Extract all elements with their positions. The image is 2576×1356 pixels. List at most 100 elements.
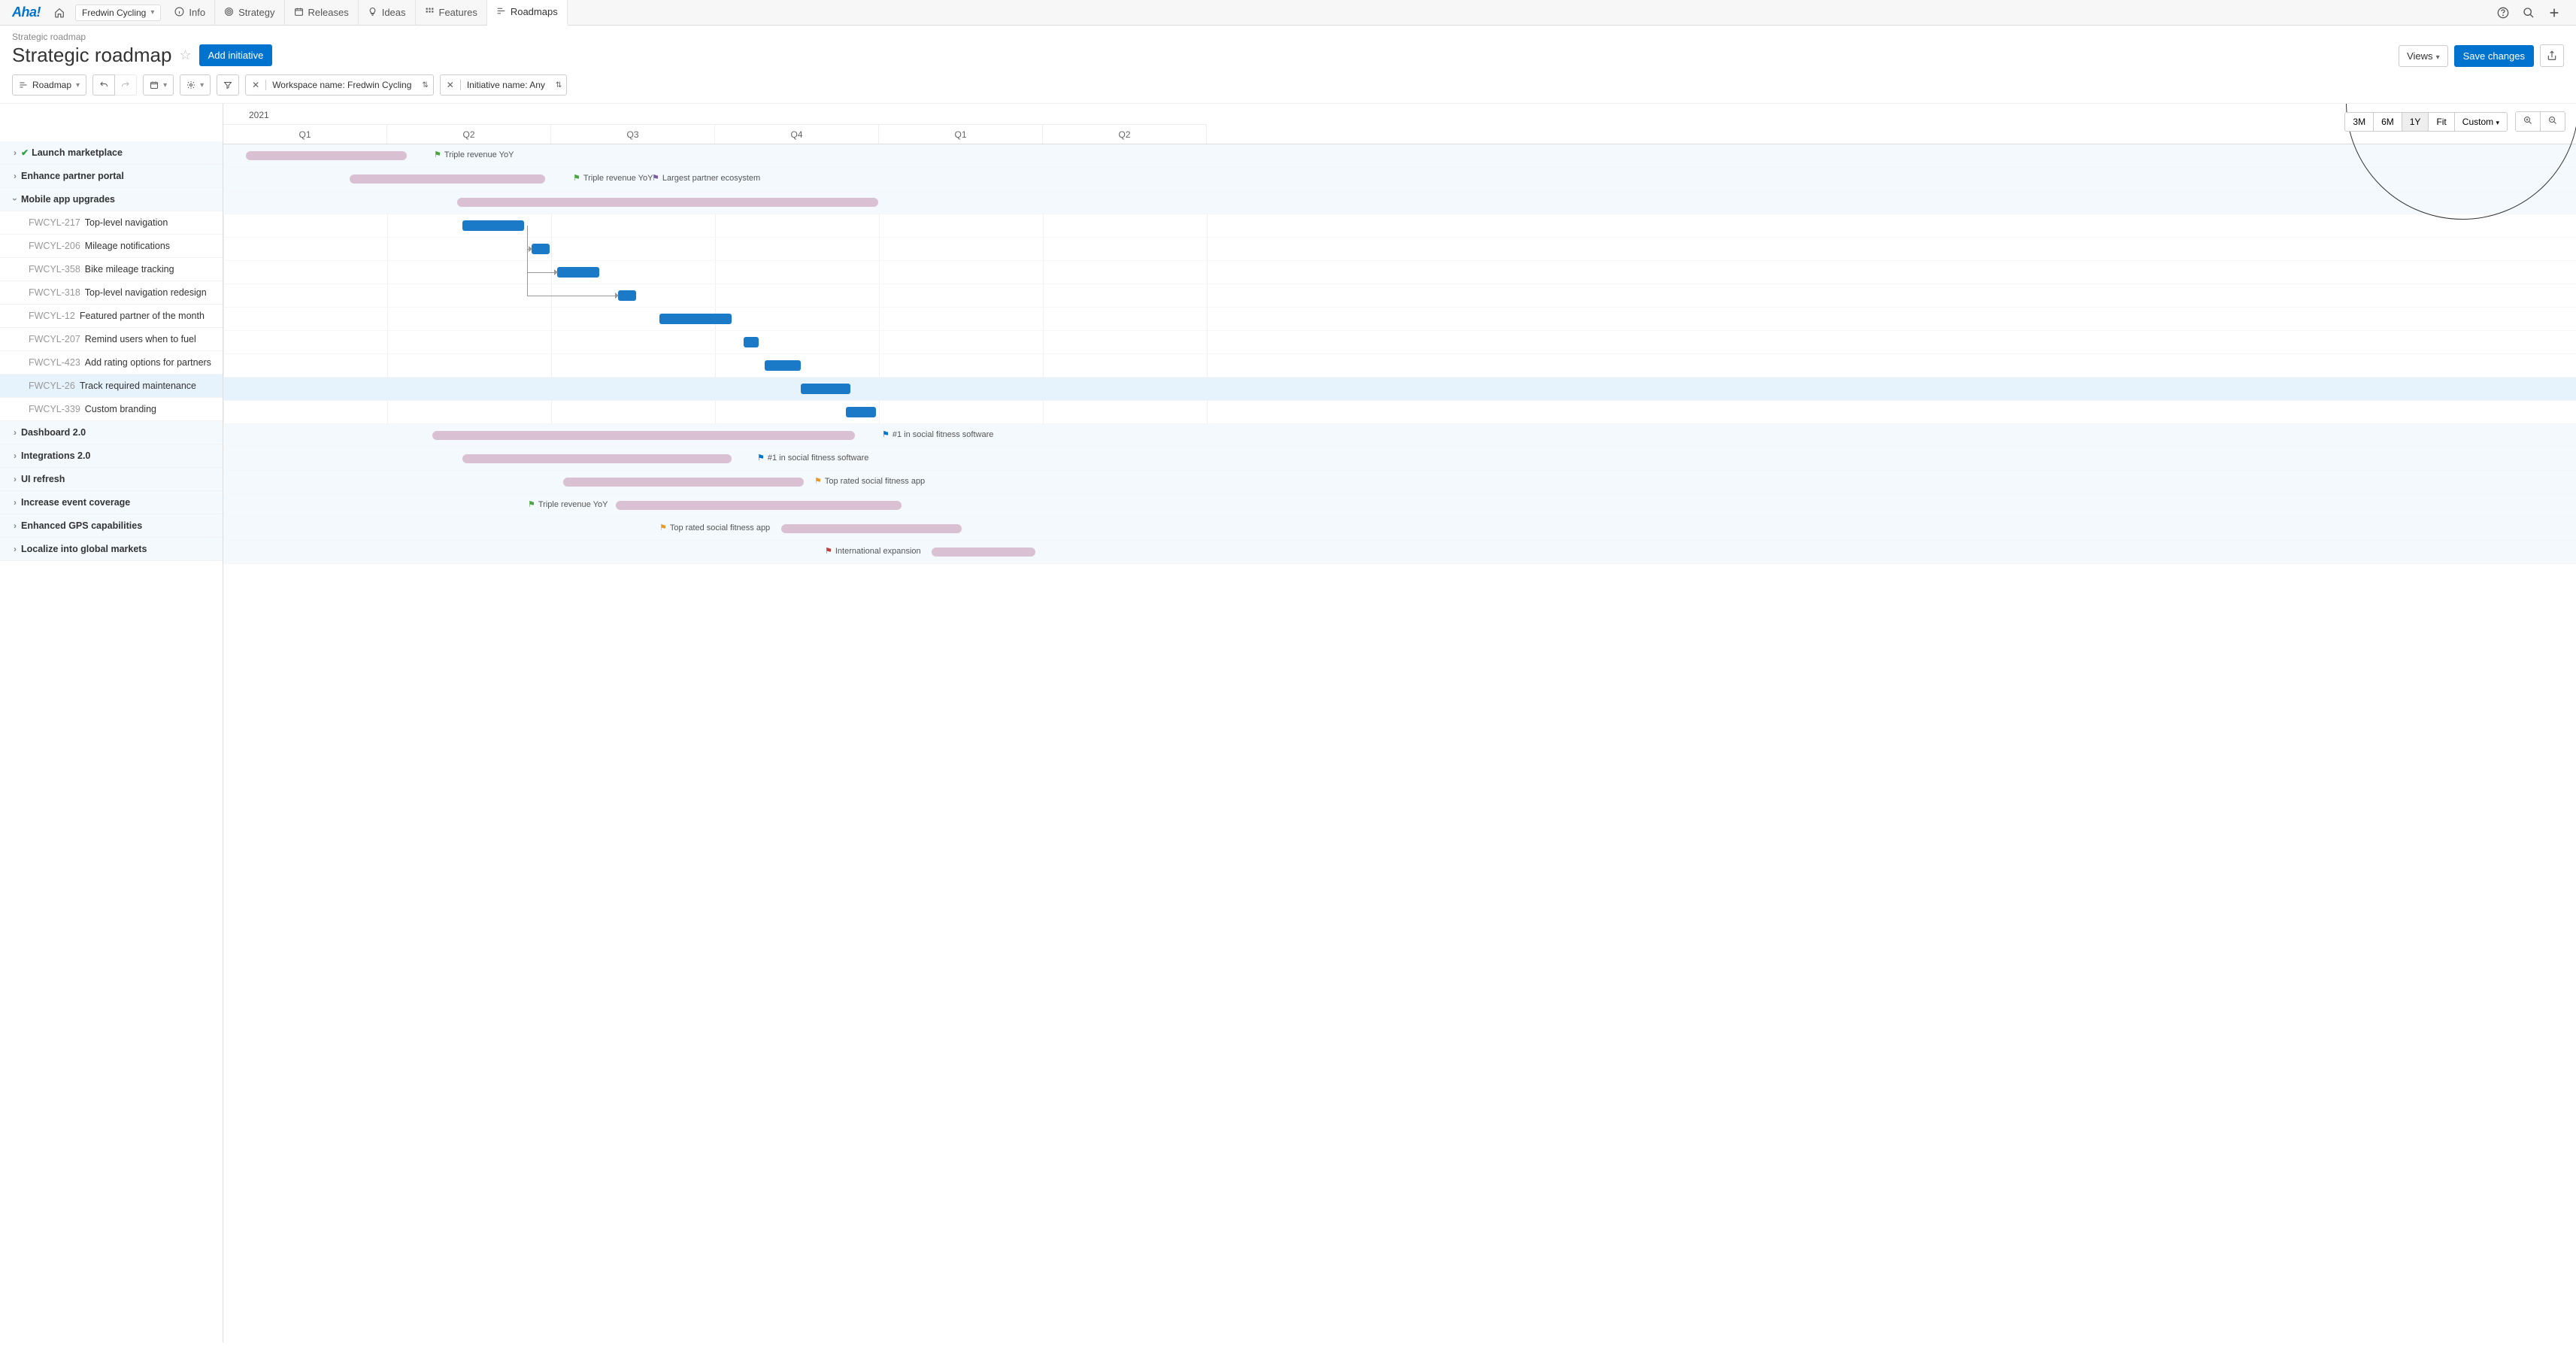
milestone-marker[interactable]: ⚑Largest partner ecosystem [652,173,760,183]
initiative-row[interactable]: Enhanced GPS capabilities [0,514,223,538]
range-3m[interactable]: 3M [2345,113,2374,131]
feature-row[interactable]: FWCYL-12Featured partner of the month [0,305,223,328]
initiative-row[interactable]: Enhance partner portal [0,165,223,188]
milestone-marker[interactable]: ⚑#1 in social fitness software [882,429,993,439]
expand-caret-icon[interactable] [14,544,21,554]
range-6m[interactable]: 6M [2374,113,2402,131]
views-dropdown[interactable]: Views [2399,45,2447,67]
nav-tab-info[interactable]: Info [165,0,215,26]
gantt-bar[interactable] [563,478,804,487]
expand-caret-icon[interactable] [14,147,21,158]
filter-pill-0[interactable]: ✕Workspace name: Fredwin Cycling⇅ [245,74,434,96]
add-initiative-button[interactable]: Add initiative [199,44,273,66]
milestone-marker[interactable]: ⚑Triple revenue YoY [528,499,608,509]
initiative-row[interactable]: UI refresh [0,468,223,491]
gantt-bar[interactable] [765,360,801,371]
gantt-row [223,378,2576,401]
range-1y[interactable]: 1Y [2402,113,2429,131]
gantt-bar[interactable] [462,220,524,231]
quarter-cell: Q2 [387,124,551,144]
redo-button[interactable] [115,74,137,96]
zoom-in-button[interactable] [2516,112,2541,131]
initiative-row[interactable]: Mobile app upgrades [0,188,223,211]
flag-icon: ⚑ [882,429,889,439]
nav-tab-ideas[interactable]: Ideas [359,0,416,26]
logo[interactable]: Aha! [5,5,48,20]
milestone-marker[interactable]: ⚑Triple revenue YoY [434,150,514,159]
gantt-bar[interactable] [350,174,545,184]
gantt-bar[interactable] [801,384,850,394]
feature-row[interactable]: FWCYL-423Add rating options for partners [0,351,223,375]
initiative-row[interactable]: ✔Launch marketplace [0,141,223,165]
expand-caret-icon[interactable] [14,171,21,181]
milestone-marker[interactable]: ⚑Triple revenue YoY [573,173,653,183]
filter-button[interactable] [217,74,239,96]
initiative-row[interactable]: Dashboard 2.0 [0,421,223,444]
undo-button[interactable] [92,74,115,96]
page-title: Strategic roadmap [12,44,171,67]
remove-filter-icon[interactable]: ✕ [246,80,266,90]
initiative-row[interactable]: Localize into global markets [0,538,223,561]
share-icon[interactable] [2540,44,2564,67]
gantt-bar[interactable] [557,267,599,278]
workspace-selector[interactable]: Fredwin Cycling ▾ [75,5,161,21]
expand-caret-icon[interactable] [14,194,21,205]
milestone-marker[interactable]: ⚑International expansion [825,546,921,556]
gantt-bar[interactable] [744,337,759,347]
nav-tab-features[interactable]: Features [416,0,487,26]
initiative-row[interactable]: Integrations 2.0 [0,444,223,468]
gantt-bar[interactable] [932,548,1035,557]
breadcrumb[interactable]: Strategic roadmap [12,32,272,42]
filter-pill-1[interactable]: ✕Initiative name: Any⇅ [440,74,568,96]
range-fit[interactable]: Fit [2429,113,2454,131]
feature-row[interactable]: FWCYL-318Top-level navigation redesign [0,281,223,305]
calendar-icon [294,7,304,19]
feature-row[interactable]: FWCYL-339Custom branding [0,398,223,421]
gantt-bar[interactable] [462,454,732,463]
date-picker-button[interactable]: ▾ [143,74,174,96]
gantt-bar[interactable] [618,290,636,301]
home-icon[interactable] [48,2,71,24]
milestone-marker[interactable]: ⚑#1 in social fitness software [757,453,868,463]
nav-tab-releases[interactable]: Releases [285,0,359,26]
range-custom[interactable]: Custom ▾ [2455,113,2507,131]
gantt-bar[interactable] [659,314,732,324]
help-icon[interactable] [2492,2,2514,24]
zoom-out-button[interactable] [2541,112,2565,131]
feature-row[interactable]: FWCYL-206Mileage notifications [0,235,223,258]
expand-caret-icon[interactable] [14,474,21,484]
settings-button[interactable]: ▾ [180,74,211,96]
favorite-star-icon[interactable]: ☆ [179,47,191,63]
expand-caret-icon[interactable] [14,497,21,508]
feature-row[interactable]: FWCYL-207Remind users when to fuel [0,328,223,351]
gantt-bar[interactable] [846,407,876,417]
gantt-bar[interactable] [616,501,902,510]
calendar-icon [150,80,159,89]
gantt-bar[interactable] [457,198,878,207]
feature-row[interactable]: FWCYL-217Top-level navigation [0,211,223,235]
initiative-row[interactable]: Increase event coverage [0,491,223,514]
nav-tab-roadmaps[interactable]: Roadmaps [487,0,568,26]
nav-tab-strategy[interactable]: Strategy [215,0,284,26]
add-icon[interactable] [2543,2,2565,24]
gantt-bar[interactable] [432,431,855,440]
expand-caret-icon[interactable] [14,520,21,531]
gantt-bar[interactable] [246,151,407,160]
expand-caret-icon[interactable] [14,450,21,461]
gantt-row [223,331,2576,354]
roadmap-view-selector[interactable]: Roadmap ▾ [12,74,86,96]
feature-row[interactable]: FWCYL-358Bike mileage tracking [0,258,223,281]
gantt-row: ⚑#1 in social fitness software [223,424,2576,447]
gantt-bar[interactable] [532,244,550,254]
expand-caret-icon[interactable] [14,427,21,438]
feature-row[interactable]: FWCYL-26Track required maintenance [0,375,223,398]
milestone-marker[interactable]: ⚑Top rated social fitness app [814,476,925,486]
gantt-bar[interactable] [781,524,962,533]
search-icon[interactable] [2517,2,2540,24]
chevron-down-icon: ▾ [200,81,204,89]
save-changes-button[interactable]: Save changes [2454,45,2534,67]
remove-filter-icon[interactable]: ✕ [441,80,461,90]
milestone-marker[interactable]: ⚑Top rated social fitness app [659,523,770,532]
gantt-row [223,191,2576,214]
zoom-in-icon [2523,116,2532,125]
